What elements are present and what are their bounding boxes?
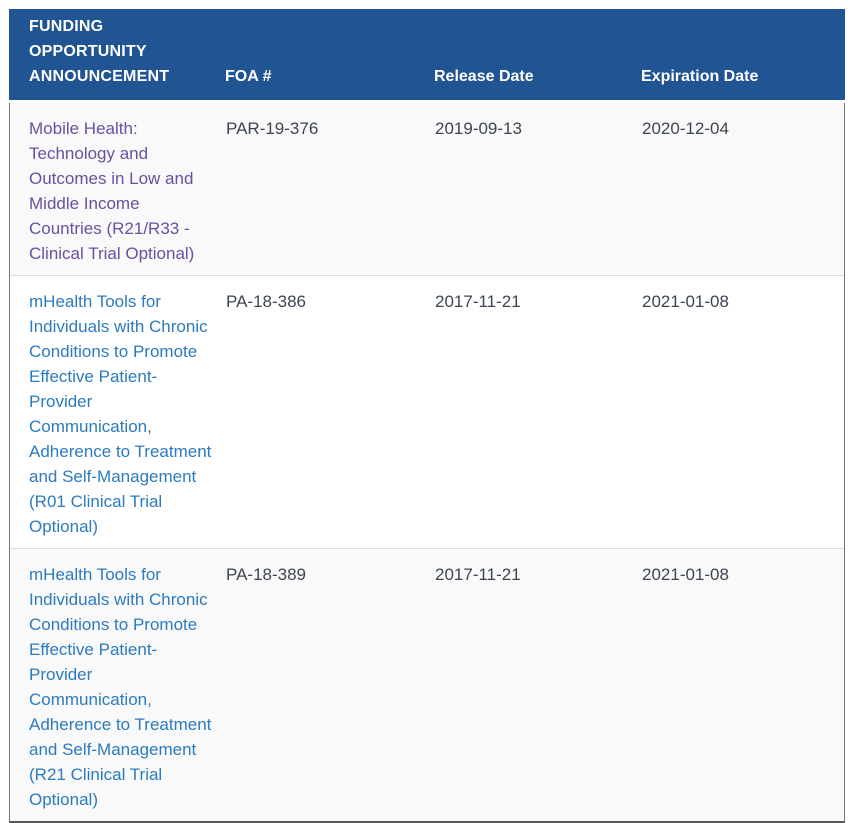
foa-title-link[interactable]: Mobile Health: Technology and Outcomes i… bbox=[29, 119, 194, 263]
table-row: Mobile Health: Technology and Outcomes i… bbox=[10, 103, 844, 275]
foa-number-cell: PAR-19-376 bbox=[226, 103, 435, 275]
foa-title-link[interactable]: mHealth Tools for Individuals with Chron… bbox=[29, 292, 211, 536]
column-header-funding-opportunity-announcement: FUNDING OPPORTUNITY ANNOUNCEMENT bbox=[9, 14, 225, 100]
release-date-cell: 2019-09-13 bbox=[435, 103, 642, 275]
funding-opportunities-page: FUNDING OPPORTUNITY ANNOUNCEMENT FOA # R… bbox=[0, 0, 855, 814]
foa-number-cell: PA-18-389 bbox=[226, 549, 435, 821]
column-header-foa-number: FOA # bbox=[225, 64, 434, 100]
foa-title-link[interactable]: mHealth Tools for Individuals with Chron… bbox=[29, 565, 211, 809]
table-row: mHealth Tools for Individuals with Chron… bbox=[10, 548, 844, 821]
expiration-date-cell: 2020-12-04 bbox=[642, 103, 844, 275]
release-date-cell: 2017-11-21 bbox=[435, 549, 642, 821]
expiration-date-cell: 2021-01-08 bbox=[642, 549, 844, 821]
foa-title-cell: mHealth Tools for Individuals with Chron… bbox=[10, 276, 226, 548]
column-header-release-date: Release Date bbox=[434, 64, 641, 100]
table-body: Mobile Health: Technology and Outcomes i… bbox=[9, 103, 845, 823]
table-row: mHealth Tools for Individuals with Chron… bbox=[10, 275, 844, 548]
table-header-row: FUNDING OPPORTUNITY ANNOUNCEMENT FOA # R… bbox=[9, 9, 845, 100]
foa-title-cell: mHealth Tools for Individuals with Chron… bbox=[10, 549, 226, 821]
column-header-expiration-date: Expiration Date bbox=[641, 64, 845, 100]
expiration-date-cell: 2021-01-08 bbox=[642, 276, 844, 548]
release-date-cell: 2017-11-21 bbox=[435, 276, 642, 548]
funding-opportunities-table: FUNDING OPPORTUNITY ANNOUNCEMENT FOA # R… bbox=[9, 9, 845, 823]
foa-title-cell: Mobile Health: Technology and Outcomes i… bbox=[10, 103, 226, 275]
foa-number-cell: PA-18-386 bbox=[226, 276, 435, 548]
